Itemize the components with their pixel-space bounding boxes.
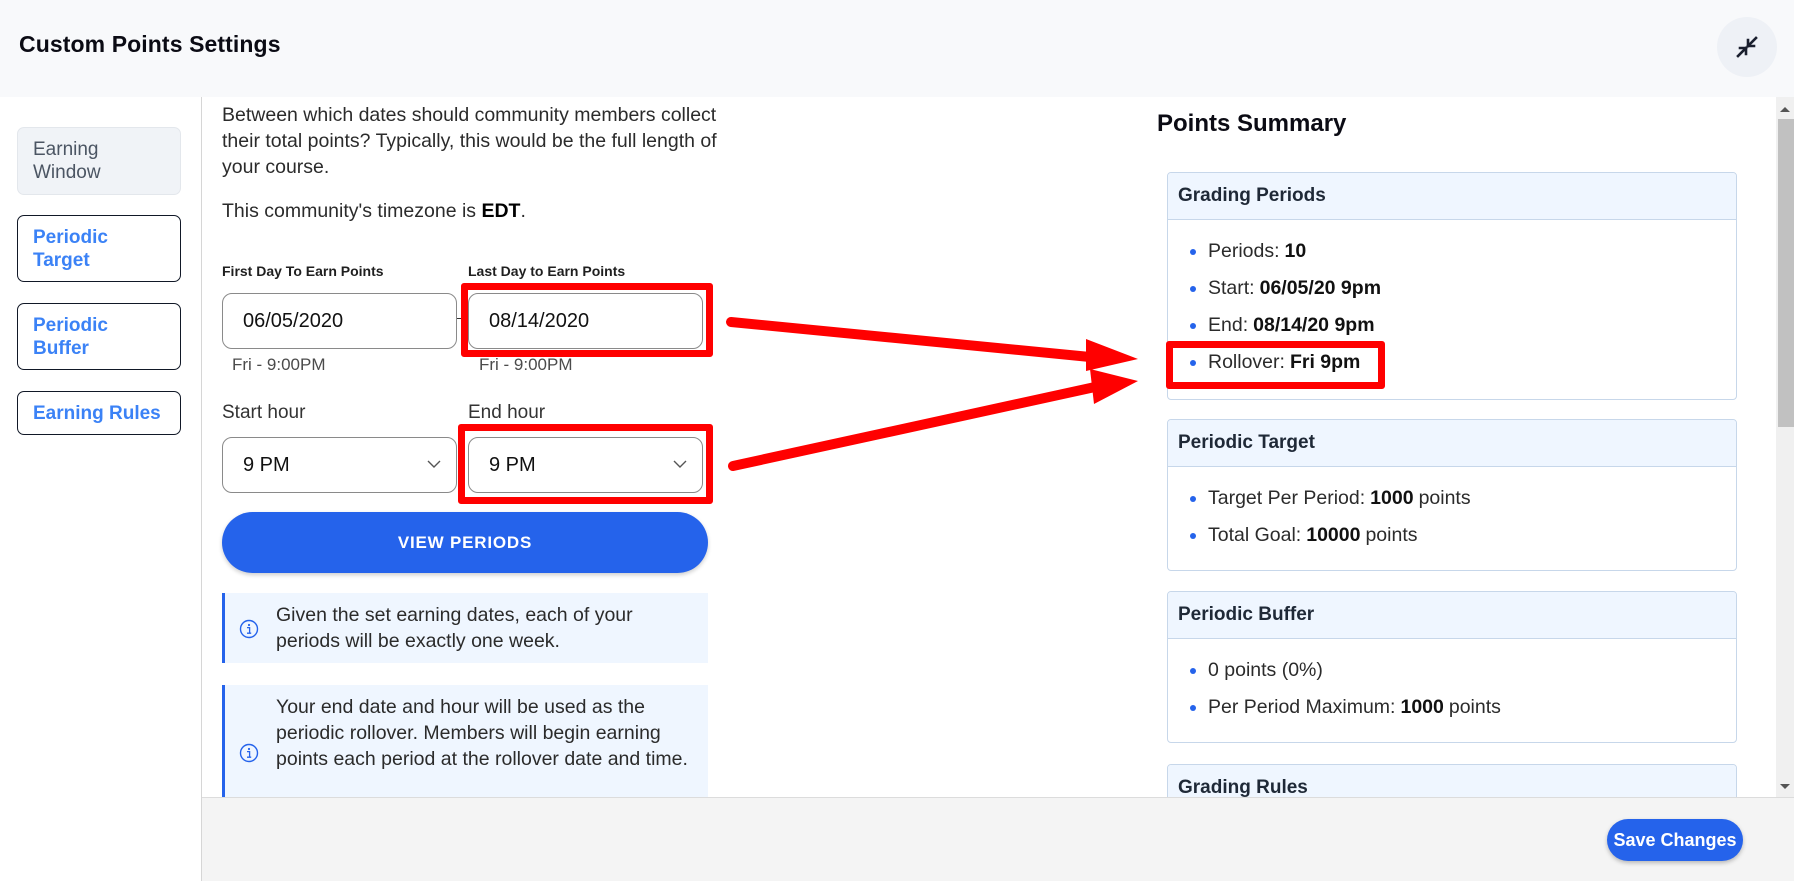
info-icon	[239, 619, 259, 639]
first-day-label: First Day To Earn Points	[222, 263, 384, 279]
start-hour-label: Start hour	[222, 402, 306, 423]
sidebar-item-label: Periodic Target	[33, 226, 108, 271]
sidebar: Earning Window Periodic Target Periodic …	[0, 97, 202, 881]
last-day-label: Last Day to Earn Points	[468, 263, 626, 279]
start-hour-value: 9 PM	[243, 453, 290, 476]
page-title: Custom Points Settings	[19, 31, 281, 57]
summary-item-per-period-max: Per Period Maximum: 1000 points	[1178, 689, 1736, 726]
chevron-down-icon	[427, 460, 441, 468]
summary-item-buffer-points: 0 points (0%)	[1178, 652, 1736, 689]
sidebar-item-label: Earning Rules	[33, 402, 161, 424]
scroll-up-arrow-icon[interactable]	[1780, 107, 1790, 112]
view-periods-button[interactable]: VIEW PERIODS	[222, 512, 708, 573]
item-label: Total Goal:	[1208, 524, 1302, 546]
summary-item-end: End: 08/14/20 9pm	[1178, 307, 1736, 344]
item-suffix: points	[1365, 524, 1418, 546]
timezone-text: This community's timezone is EDT.	[222, 200, 526, 223]
summary-card-grading-periods: Grading Periods Periods: 10 Start: 06/05/2…	[1167, 172, 1737, 400]
item-value: 06/05/20 9pm	[1259, 277, 1382, 299]
points-summary-title: Points Summary	[1157, 110, 1347, 137]
item-value: 1000	[1370, 487, 1414, 509]
collapse-arrows-icon	[1736, 36, 1758, 58]
save-changes-button[interactable]: Save Changes	[1607, 819, 1743, 861]
sidebar-item-earning-rules[interactable]: Earning Rules	[17, 391, 181, 435]
intro-text: Between which dates should community mem…	[222, 104, 717, 178]
timezone-prefix: This community's timezone is	[222, 200, 482, 222]
item-suffix: points	[1418, 487, 1471, 509]
summary-item-periods: Periods: 10	[1178, 233, 1736, 270]
sidebar-item-label: Periodic Buffer	[33, 314, 108, 359]
item-label: End:	[1208, 314, 1249, 336]
item-label: Periods:	[1208, 240, 1280, 262]
sidebar-item-periodic-target[interactable]: Periodic Target	[17, 215, 181, 282]
item-label: Rollover:	[1208, 351, 1285, 373]
item-label: 0 points (0%)	[1208, 659, 1323, 681]
info-text: Given the set earning dates, each of you…	[276, 604, 633, 652]
last-day-value: 08/14/2020	[489, 309, 590, 332]
timezone-suffix: .	[520, 200, 526, 222]
first-day-hint: Fri - 9:00PM	[232, 355, 326, 374]
main-content: Between which dates should community mem…	[203, 97, 1794, 797]
scrollbar-thumb[interactable]	[1778, 119, 1794, 427]
summary-item-rollover: Rollover: Fri 9pm	[1178, 344, 1736, 381]
item-value: 1000	[1400, 696, 1444, 718]
item-value: 08/14/20 9pm	[1253, 314, 1375, 336]
info-callout-rollover: Your end date and hour will be used as t…	[222, 685, 708, 797]
item-label: Per Period Maximum:	[1208, 696, 1396, 718]
start-hour-select[interactable]: 9 PM	[222, 437, 457, 493]
summary-item-start: Start: 06/05/20 9pm	[1178, 270, 1736, 307]
item-suffix: points	[1448, 696, 1501, 718]
sidebar-item-label: Earning Window	[33, 139, 101, 183]
last-day-hint: Fri - 9:00PM	[479, 355, 573, 374]
end-hour-select[interactable]: 9 PM	[468, 437, 703, 493]
summary-scrollbar[interactable]	[1776, 97, 1794, 797]
item-label: Start:	[1208, 277, 1255, 299]
summary-item-total-goal: Total Goal: 10000 points	[1178, 517, 1736, 554]
card-title: Grading Rules	[1168, 765, 1736, 797]
end-hour-value: 9 PM	[489, 453, 536, 476]
summary-card-periodic-target: Periodic Target Target Per Period: 1000 po…	[1167, 419, 1737, 571]
info-text: Your end date and hour will be used as t…	[276, 696, 688, 770]
summary-card-periodic-buffer: Periodic Buffer 0 points (0%) Per Period…	[1167, 591, 1737, 743]
card-title: Grading Periods	[1168, 173, 1736, 220]
item-label: Target Per Period:	[1208, 487, 1366, 509]
dialog-header: Custom Points Settings	[0, 0, 1794, 97]
summary-card-grading-rules: Grading Rules	[1167, 764, 1737, 797]
sidebar-item-earning-window[interactable]: Earning Window	[17, 127, 181, 195]
collapse-button[interactable]	[1717, 17, 1777, 77]
timezone-value: EDT	[481, 200, 521, 222]
first-day-input[interactable]: 06/05/2020	[222, 293, 457, 349]
summary-item-target-per-period: Target Per Period: 1000 points	[1178, 480, 1736, 517]
date-range-separator	[457, 318, 465, 319]
item-value: Fri 9pm	[1289, 351, 1361, 373]
card-title: Periodic Buffer	[1168, 592, 1736, 639]
sidebar-item-periodic-buffer[interactable]: Periodic Buffer	[17, 303, 181, 370]
card-title: Periodic Target	[1168, 420, 1736, 467]
first-day-value: 06/05/2020	[243, 309, 344, 332]
item-value: 10	[1284, 240, 1307, 262]
chevron-down-icon	[673, 460, 687, 468]
last-day-input[interactable]: 08/14/2020	[468, 293, 703, 349]
dialog-footer: Save Changes	[202, 797, 1794, 881]
info-callout-period-length: Given the set earning dates, each of you…	[222, 593, 708, 663]
info-icon	[239, 743, 259, 763]
scroll-down-arrow-icon[interactable]	[1780, 784, 1790, 789]
end-hour-label: End hour	[468, 402, 546, 423]
item-value: 10000	[1306, 524, 1361, 546]
